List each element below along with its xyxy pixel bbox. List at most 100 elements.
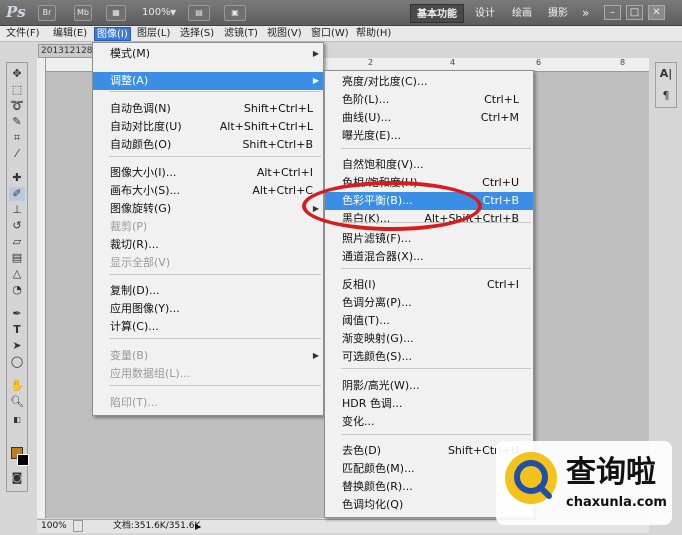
dodge-tool-icon[interactable]: ◔ <box>9 283 25 297</box>
adjust-menu-item[interactable]: 亮度/对比度(C)... <box>325 73 533 91</box>
menu-item-shortcut: Ctrl+L <box>484 93 519 106</box>
mini-bridge-button[interactable]: Mb <box>74 5 92 21</box>
status-doc-info: 文档:351.6K/351.6K <box>113 521 201 531</box>
maximize-icon[interactable]: □ <box>626 5 643 20</box>
menu-window[interactable]: 窗口(W) <box>309 27 351 41</box>
menu-item-label: 阈值(T)... <box>342 314 390 327</box>
adjust-menu-item[interactable]: 阈值(T)... <box>325 312 533 330</box>
image-menu-item[interactable]: 画布大小(S)... Alt+Ctrl+C <box>93 182 323 200</box>
image-menu-item[interactable]: 图像旋转(G) ▶ <box>93 200 323 218</box>
menu-item-label: 替换颜色(R)... <box>342 480 413 493</box>
quick-select-tool-icon[interactable]: ✎ <box>9 115 25 129</box>
menu-item-label: 裁剪(P) <box>110 220 148 233</box>
image-menu-item[interactable]: 图像大小(I)... Alt+Ctrl+I <box>93 164 323 182</box>
menu-item-label: 计算(C)... <box>110 320 159 333</box>
type-tool-icon[interactable]: T <box>9 323 25 337</box>
menu-separator <box>109 91 321 92</box>
healing-brush-tool-icon[interactable]: ✚ <box>9 171 25 185</box>
adjust-menu-item[interactable]: 曲线(U)... Ctrl+M <box>325 109 533 127</box>
menu-select[interactable]: 选择(S) <box>178 27 216 41</box>
close-icon[interactable]: ✕ <box>648 5 665 20</box>
adjust-menu-item[interactable]: 渐变映射(G)... <box>325 330 533 348</box>
menu-image[interactable]: 图像(I) <box>94 27 131 41</box>
menu-separator <box>341 368 531 369</box>
character-panel-icon[interactable]: A| <box>658 67 674 81</box>
menu-help[interactable]: 帮助(H) <box>354 27 393 41</box>
screen-mode-button[interactable]: ▣ <box>224 5 246 21</box>
menu-item-label: 通道混合器(X)... <box>342 250 424 263</box>
path-selection-tool-icon[interactable]: ➤ <box>9 339 25 353</box>
menu-edit[interactable]: 编辑(E) <box>51 27 89 41</box>
status-arrow-icon[interactable]: ▶ <box>195 520 201 533</box>
minimize-icon[interactable]: – <box>604 5 621 20</box>
marquee-tool-icon[interactable]: ⬚ <box>9 83 25 97</box>
history-brush-tool-icon[interactable]: ↺ <box>9 219 25 233</box>
menu-bar: 文件(F) 编辑(E) 图像(I) 图层(L) 选择(S) 滤镜(T) 视图(V… <box>0 26 682 42</box>
zoom-level-dropdown[interactable]: 100% <box>142 7 171 18</box>
pen-tool-icon[interactable]: ✒ <box>9 307 25 321</box>
background-color-swatch[interactable] <box>17 454 29 466</box>
clone-stamp-tool-icon[interactable]: ⊥ <box>9 203 25 217</box>
menu-separator <box>109 156 321 157</box>
hand-tool-icon[interactable]: ✋ <box>9 379 25 393</box>
adjust-menu-item[interactable]: HDR 色调... <box>325 395 533 413</box>
workspace-photography-button[interactable]: 摄影 <box>542 4 574 23</box>
menu-filter[interactable]: 滤镜(T) <box>222 27 260 41</box>
workspace-design-button[interactable]: 设计 <box>469 4 501 23</box>
view-extras-button[interactable]: ▦ <box>106 5 126 21</box>
quick-mask-icon[interactable]: ◙ <box>9 471 25 485</box>
image-menu-item[interactable]: 计算(C)... <box>93 318 323 336</box>
menu-item-label: 模式(M) <box>110 47 151 60</box>
eraser-tool-icon[interactable]: ▱ <box>9 235 25 249</box>
workspace-painting-button[interactable]: 绘画 <box>506 4 538 23</box>
gradient-tool-icon[interactable]: ▤ <box>9 251 25 265</box>
adjust-menu-item[interactable]: 色阶(L)... Ctrl+L <box>325 91 533 109</box>
bridge-button[interactable]: Br <box>38 5 56 21</box>
menu-layer[interactable]: 图层(L) <box>135 27 172 41</box>
adjust-menu-item[interactable]: 变化... <box>325 413 533 431</box>
adjust-menu-item[interactable]: 阴影/高光(W)... <box>325 377 533 395</box>
menu-view[interactable]: 视图(V) <box>265 27 304 41</box>
move-tool-icon[interactable]: ✥ <box>9 67 25 81</box>
menu-item-label: 裁切(R)... <box>110 238 159 251</box>
paragraph-panel-icon[interactable]: ¶ <box>658 89 674 103</box>
image-menu-item[interactable]: 自动色调(N) Shift+Ctrl+L <box>93 100 323 118</box>
image-menu-item[interactable]: 调整(A) ▶ <box>93 72 323 90</box>
arrange-documents-button[interactable]: ▤ <box>188 5 210 21</box>
menu-item-shortcut: Alt+Shift+Ctrl+L <box>219 120 313 133</box>
menu-file[interactable]: 文件(F) <box>4 27 42 41</box>
watermark-brand: 查询啦 <box>566 455 656 490</box>
image-menu-item[interactable]: 模式(M) ▶ <box>93 45 323 63</box>
blur-tool-icon[interactable]: △ <box>9 267 25 281</box>
adjust-menu-item[interactable]: 曝光度(E)... <box>325 127 533 145</box>
brush-tool-icon[interactable]: ✐ <box>9 187 25 201</box>
document-tab[interactable]: 2013121284 <box>38 44 98 58</box>
eyedropper-tool-icon[interactable]: ⁄ <box>9 147 25 161</box>
adjust-menu-item[interactable]: 可选颜色(S)... <box>325 348 533 366</box>
adjust-menu-item[interactable]: 自然饱和度(V)... <box>325 156 533 174</box>
adjust-menu-item[interactable]: 照片滤镜(F)... <box>325 230 533 248</box>
status-zoom[interactable]: 100% <box>41 520 67 533</box>
image-menu-item[interactable]: 复制(D)... <box>93 282 323 300</box>
image-menu-item[interactable]: 自动对比度(U) Alt+Shift+Ctrl+L <box>93 118 323 136</box>
shape-tool-icon[interactable]: ◯ <box>9 355 25 369</box>
image-menu-item[interactable]: 应用图像(Y)... <box>93 300 323 318</box>
adjust-menu-item[interactable]: 通道混合器(X)... <box>325 248 533 266</box>
adjust-menu-item[interactable]: 反相(I) Ctrl+I <box>325 276 533 294</box>
adjust-menu-item[interactable]: 色调分离(P)... <box>325 294 533 312</box>
workspace-essentials-button[interactable]: 基本功能 <box>410 4 464 23</box>
crop-tool-icon[interactable]: ⌗ <box>9 131 25 145</box>
menu-item-label: 色调分离(P)... <box>342 296 412 309</box>
zoom-tool-icon[interactable]: 🔍︎ <box>9 395 25 409</box>
lasso-tool-icon[interactable]: ➰ <box>9 99 25 113</box>
image-menu-item[interactable]: 裁切(R)... <box>93 236 323 254</box>
menu-item-label: 去色(D) <box>342 444 382 457</box>
annotation-ellipse <box>302 181 482 231</box>
menu-item-label: 图像旋转(G) <box>110 202 172 215</box>
menu-item-label: 变量(B) <box>110 349 149 362</box>
extend-workspace-icon[interactable]: » <box>582 6 589 20</box>
menu-item-label: HDR 色调... <box>342 397 403 410</box>
image-menu-item[interactable]: 自动颜色(O) Shift+Ctrl+B <box>93 136 323 154</box>
default-colors-icon[interactable]: ◧ <box>9 413 25 427</box>
ruler-tick: 2 <box>368 58 374 67</box>
